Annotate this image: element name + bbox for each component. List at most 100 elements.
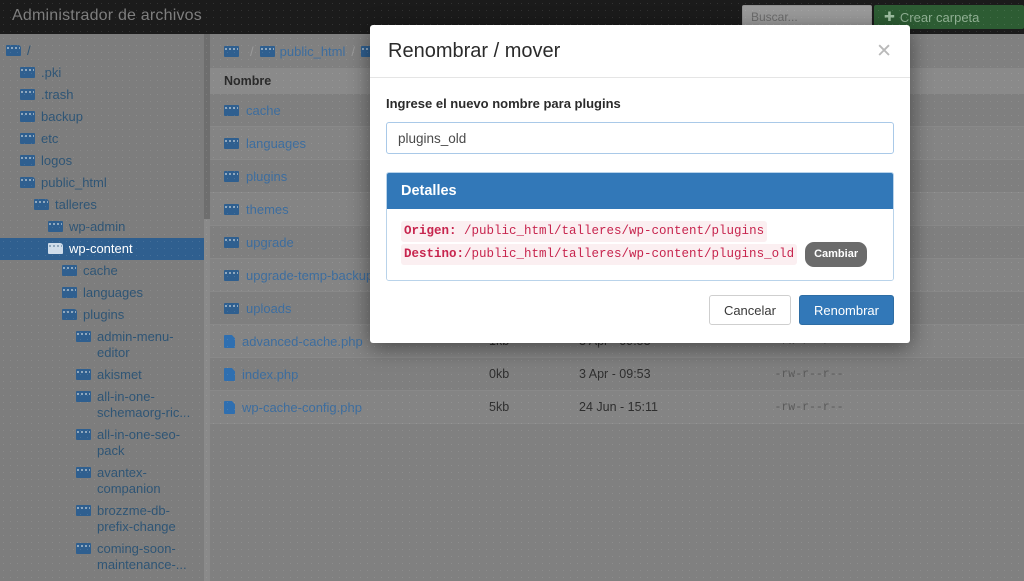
origin-line: Origen: /public_html/talleres/wp-content…: [401, 221, 879, 242]
breadcrumb-item-label: public_html: [279, 43, 346, 59]
folder-icon: [20, 89, 35, 101]
folder-icon: [76, 543, 91, 555]
cancel-button[interactable]: Cancelar: [708, 295, 791, 325]
tree-item--pki[interactable]: .pki: [0, 62, 210, 84]
breadcrumb-item-0[interactable]: [224, 44, 244, 58]
cell-date: 24 Jun - 15:11: [579, 400, 658, 414]
plus-icon: ✚: [884, 9, 895, 24]
breadcrumb-separator: /: [250, 43, 254, 59]
table-row[interactable]: wp-cache-config.php 5kb 24 Jun - 15:11 -rw-…: [210, 391, 1024, 424]
tree-item-brozzme-db-prefix-change[interactable]: brozzme-db-prefix-change: [0, 500, 210, 538]
folder-icon: [48, 221, 63, 233]
tree-item-wp-admin[interactable]: wp-admin: [0, 216, 210, 238]
folder-open-icon: [62, 309, 77, 321]
tree-item-label: coming-soon-maintenance-...: [97, 541, 187, 572]
tree-item-logos[interactable]: logos: [0, 150, 210, 172]
folder-icon: [62, 287, 77, 299]
folder-icon: [224, 138, 239, 150]
tree-item-talleres[interactable]: talleres: [0, 194, 210, 216]
sidebar-tree-panel[interactable]: / .pki .trash backup etc logos public_htmltall…: [0, 34, 210, 581]
tree-item-cache[interactable]: cache: [0, 260, 210, 282]
tree-item-label: all-in-one-seo-pack: [97, 427, 181, 458]
close-icon[interactable]: ✕: [876, 42, 892, 61]
tree-item-label: akismet: [97, 367, 142, 382]
cell-size: 0kb: [489, 367, 510, 381]
folder-icon: [76, 505, 91, 517]
cell-permissions: -rw-r--r--: [774, 367, 844, 381]
file-name-label: cache: [246, 102, 281, 118]
folder-icon: [259, 46, 275, 58]
tree-item--[interactable]: /: [0, 40, 210, 62]
file-icon: [224, 368, 235, 381]
directory-tree: / .pki .trash backup etc logos public_htmltall…: [0, 34, 210, 581]
tree-item-label: brozzme-db-prefix-change: [97, 503, 176, 534]
details-panel-title: Detalles: [387, 173, 893, 209]
tree-item-wp-content[interactable]: wp-content: [0, 238, 210, 260]
cell-size: 5kb: [489, 400, 510, 414]
details-panel: Detalles Origen: /public_html/talleres/w…: [386, 172, 894, 281]
origin-label: Origen:: [404, 224, 457, 238]
file-name-label: themes: [246, 201, 289, 217]
folder-open-icon: [48, 243, 63, 255]
folder-icon: [20, 111, 35, 123]
file-name-label: languages: [246, 135, 306, 151]
folder-open-icon: [6, 45, 21, 57]
tree-item-admin-menu-editor[interactable]: admin-menu-editor: [0, 326, 210, 364]
folder-icon: [20, 133, 35, 145]
tree-item-coming-soon-maintenance-[interactable]: coming-soon-maintenance-...: [0, 538, 210, 576]
destination-label: Destino:: [404, 247, 465, 261]
tree-item-label: admin-menu-editor: [97, 329, 174, 360]
tree-item-avantex-companion[interactable]: avantex-companion: [0, 462, 210, 500]
tree-item-label: all-in-one-schemaorg-ric...: [97, 389, 191, 420]
tree-item-label: avantex-companion: [97, 465, 161, 496]
file-name-label: upgrade-temp-backup: [246, 267, 374, 283]
folder-icon: [76, 331, 91, 343]
tree-item-all-in-one-schemaorg-ric-[interactable]: all-in-one-schemaorg-ric...: [0, 386, 210, 424]
destination-line: Destino:/public_html/talleres/wp-content…: [401, 242, 879, 267]
breadcrumb-item-1[interactable]: public_html: [259, 43, 346, 59]
dialog-title: Renombrar / mover: [388, 39, 561, 62]
tree-item-languages[interactable]: languages: [0, 282, 210, 304]
tree-item-label: languages: [83, 285, 143, 300]
folder-icon: [224, 237, 239, 249]
tree-item-etc[interactable]: etc: [0, 128, 210, 150]
folder-icon: [224, 270, 239, 282]
tree-item-backup[interactable]: backup: [0, 106, 210, 128]
folder-icon: [76, 369, 91, 381]
file-name-label: upgrade: [246, 234, 294, 250]
file-name-label: uploads: [246, 300, 292, 316]
tree-item-label: plugins: [83, 307, 125, 322]
folder-icon: [76, 391, 91, 403]
tree-item-label: logos: [41, 153, 73, 168]
tree-item-label: .pki: [41, 65, 62, 80]
cell-name[interactable]: index.php: [224, 367, 489, 382]
tree-item-public-html[interactable]: public_html: [0, 172, 210, 194]
cell-date: 3 Apr - 09:53: [579, 367, 651, 381]
rename-button[interactable]: Renombrar: [798, 295, 894, 325]
tree-item-label: talleres: [55, 197, 97, 212]
tree-item-contact-form-7[interactable]: contact-form-7: [0, 576, 210, 581]
folder-icon: [224, 46, 239, 58]
tree-item-akismet[interactable]: akismet: [0, 364, 210, 386]
tree-item-label: wp-content: [69, 241, 133, 256]
tree-item-all-in-one-seo-pack[interactable]: all-in-one-seo-pack: [0, 424, 210, 462]
cell-name[interactable]: wp-cache-config.php: [224, 400, 489, 415]
file-name-label: wp-cache-config.php: [242, 399, 362, 415]
tree-item--trash[interactable]: .trash: [0, 84, 210, 106]
create-folder-label: Crear carpeta: [899, 9, 980, 25]
origin-path: /public_html/talleres/wp-content/plugins: [456, 224, 765, 238]
folder-icon: [62, 265, 77, 277]
change-destination-button[interactable]: Cambiar: [805, 242, 868, 267]
table-row[interactable]: index.php 0kb 3 Apr - 09:53 -rw-r--r--: [210, 358, 1024, 391]
tree-item-plugins[interactable]: plugins: [0, 304, 210, 326]
tree-item-label: /: [27, 43, 31, 58]
file-name-label: index.php: [242, 366, 299, 382]
folder-icon: [224, 204, 239, 216]
folder-icon: [224, 171, 239, 183]
rename-move-dialog: Renombrar / mover ✕ Ingrese el nuevo nom…: [370, 25, 910, 343]
tree-item-label: etc: [41, 131, 59, 146]
folder-icon: [20, 67, 35, 79]
new-name-input[interactable]: [386, 122, 894, 154]
search-placeholder-text: Buscar...: [751, 10, 798, 24]
folder-open-icon: [20, 177, 35, 189]
